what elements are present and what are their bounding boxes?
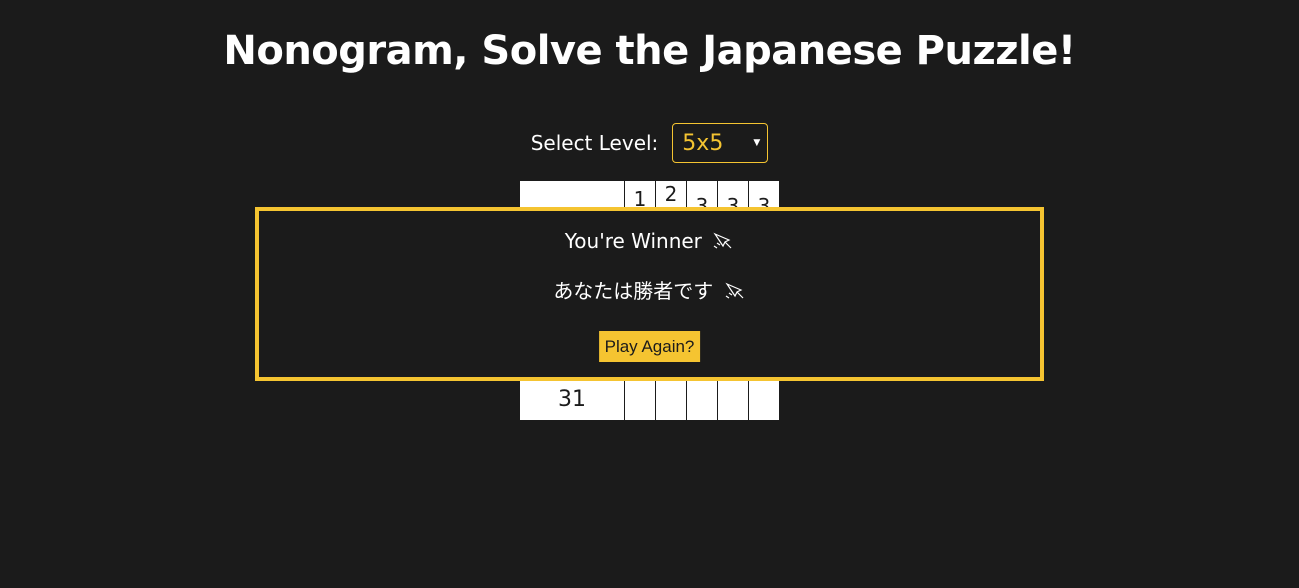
winner-text-en: You're Winner [564,229,702,253]
rocket-icon [724,281,746,306]
column-clue: 23 [656,181,686,210]
winner-text-jp: あなたは勝者です [553,279,714,303]
grid-cell[interactable] [656,379,686,420]
level-selector: Select Level: 5x5 ▼ [0,123,1299,163]
grid-cell[interactable] [625,379,655,420]
row-clue: 31 [520,379,624,420]
column-clue: 3 [718,181,748,210]
grid-cell[interactable] [718,379,748,420]
winner-modal: You're Winner あなたは勝者です Play Again? [255,207,1044,381]
chevron-down-icon: ▼ [753,138,761,148]
level-label: Select Level: [530,131,659,155]
winner-message-jp: あなたは勝者です [259,275,1040,306]
corner-cell [520,181,624,210]
column-clue: 1 [625,181,655,210]
winner-message: You're Winner [259,229,1040,256]
grid-cell[interactable] [687,379,717,420]
column-clue: 3 [687,181,717,210]
column-clue: 3 [749,181,779,210]
rocket-icon [712,231,734,256]
play-again-button[interactable]: Play Again? [598,331,701,362]
level-select[interactable]: 5x5 ▼ [672,123,769,163]
page-title: Nonogram, Solve the Japanese Puzzle! [223,28,1076,74]
grid-cell[interactable] [749,379,779,420]
level-select-value: 5x5 [682,130,724,156]
